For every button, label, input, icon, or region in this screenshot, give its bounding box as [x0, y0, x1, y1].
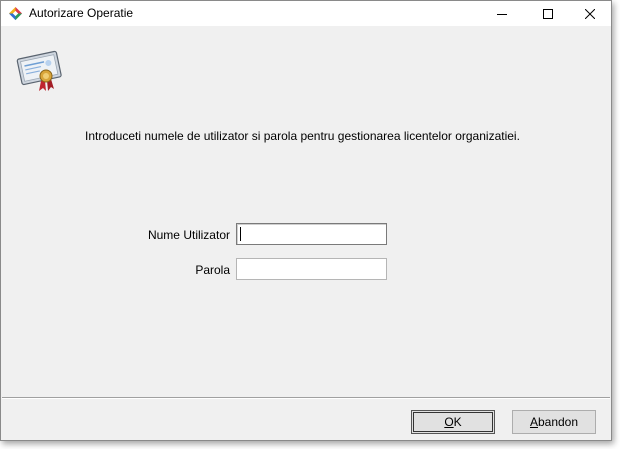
password-input[interactable]: [236, 258, 387, 280]
maximize-icon: [543, 8, 553, 19]
minimize-button[interactable]: [479, 1, 525, 26]
ok-button[interactable]: OK: [411, 410, 495, 434]
dialog-window: Autorizare Operatie Introduceti numele d…: [0, 0, 612, 441]
minimize-icon: [497, 13, 507, 15]
certificate-icon: [16, 50, 62, 91]
username-input[interactable]: [236, 223, 387, 245]
cancel-label-rest: bandon: [537, 415, 579, 429]
close-icon: [585, 8, 595, 19]
username-label: Nume Utilizator: [147, 228, 230, 242]
ok-mnemonic: O: [444, 415, 454, 429]
title-bar[interactable]: Autorizare Operatie: [1, 1, 611, 26]
cancel-button[interactable]: Abandon: [512, 410, 596, 434]
footer-separator: [2, 397, 610, 399]
ok-label-rest: K: [453, 415, 462, 429]
text-caret: [240, 227, 241, 241]
cancel-mnemonic: A: [529, 415, 538, 429]
window-title: Autorizare Operatie: [29, 6, 134, 20]
instructions-text: Introduceti numele de utilizator si paro…: [85, 129, 520, 143]
app-logo-icon: [8, 6, 23, 21]
close-button[interactable]: [567, 1, 613, 26]
password-label: Parola: [195, 263, 230, 277]
maximize-button[interactable]: [525, 1, 571, 26]
